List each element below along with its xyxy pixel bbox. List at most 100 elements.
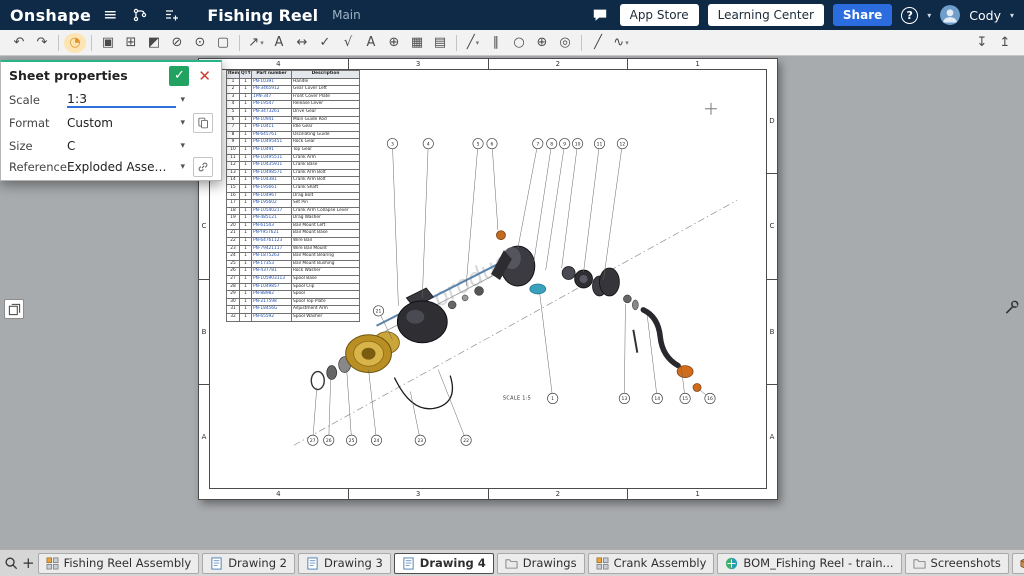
geometric-tolerance-icon[interactable]: ✓	[314, 33, 336, 53]
tab-drawing-3[interactable]: Drawing 3	[298, 553, 391, 574]
user-menu-caret-icon[interactable]: ▾	[1010, 11, 1014, 20]
dropdown-caret-icon[interactable]: ▾	[625, 39, 629, 47]
inspection-symbol-icon[interactable]: ⊕	[383, 33, 405, 53]
comments-icon[interactable]	[589, 4, 611, 26]
versions-icon[interactable]	[129, 4, 151, 26]
scale-input[interactable]	[67, 91, 176, 108]
tab-bar: + Fishing Reel AssemblyDrawing 2Drawing …	[0, 549, 1024, 576]
balloon: 4	[423, 138, 433, 148]
toolbar-separator	[581, 35, 582, 51]
balloon: 11	[594, 138, 604, 148]
tab-bom-fishing-reel-train[interactable]: BOM_Fishing Reel - train...	[717, 553, 901, 574]
reference-dropdown[interactable]: Exploded Assembly ▾	[64, 159, 188, 175]
sheets-panel-icon[interactable]	[4, 299, 24, 319]
format-dropdown[interactable]: Custom ▾	[64, 115, 188, 131]
tabs-container: Fishing Reel AssemblyDrawing 2Drawing 3D…	[38, 553, 1024, 574]
exploded-view: produc	[199, 59, 777, 499]
text-icon[interactable]: A	[360, 33, 382, 53]
note-icon[interactable]: A	[268, 33, 290, 53]
help-caret-icon[interactable]: ▾	[927, 11, 931, 20]
section-view-icon[interactable]: ⊘	[166, 33, 188, 53]
balloon: 25	[346, 435, 356, 445]
toolbar-separator	[456, 35, 457, 51]
size-row: Size C ▾	[1, 134, 221, 157]
reference-row: Reference Exploded Assembly ▾	[1, 157, 221, 180]
assembly-icon	[596, 557, 609, 570]
undo-icon[interactable]: ↶	[8, 33, 30, 53]
balloon: 24	[371, 435, 381, 445]
insert-view-icon[interactable]: ▣	[97, 33, 119, 53]
exploded-view-graphics: produc	[294, 200, 737, 445]
tab-spool[interactable]: Spool	[1012, 553, 1024, 574]
tab-crank-assembly[interactable]: Crank Assembly	[588, 553, 715, 574]
bom-table-icon[interactable]: ▤	[429, 33, 451, 53]
hole-table-icon[interactable]: ▦	[406, 33, 428, 53]
user-name[interactable]: Cody	[969, 8, 1001, 23]
folder-icon	[913, 557, 926, 570]
crop-view-icon[interactable]: ▢	[212, 33, 234, 53]
tab-drawing-4[interactable]: Drawing 4	[394, 553, 494, 574]
tab-drawing-2[interactable]: Drawing 2	[202, 553, 295, 574]
balloon: 8	[547, 138, 557, 148]
detail-view-icon[interactable]: ⊙	[189, 33, 211, 53]
balloon: 26	[324, 435, 334, 445]
svg-text:16: 16	[707, 396, 713, 402]
part-icon	[1020, 557, 1024, 570]
tab-screenshots[interactable]: Screenshots	[905, 553, 1009, 574]
sketch-line-icon[interactable]: ╱	[587, 33, 609, 53]
surface-finish-icon[interactable]: √	[337, 33, 359, 53]
toolbar-separator	[58, 35, 59, 51]
export-drawing-icon[interactable]: ↥	[994, 33, 1016, 53]
toolbar-separator	[91, 35, 92, 51]
centerline-icon[interactable]: ╱▾	[462, 33, 484, 53]
construction-line-icon[interactable]: ∥	[485, 33, 507, 53]
learning-center-button[interactable]: Learning Center	[708, 4, 824, 26]
drawing-canvas[interactable]: 4321 4321 DCBA DCBA Item No.QTYPart numb…	[0, 56, 1024, 549]
svg-text:5: 5	[477, 141, 480, 147]
help-icon[interactable]: ?	[901, 7, 918, 24]
size-dropdown[interactable]: C ▾	[64, 138, 188, 154]
search-tabs-icon[interactable]	[4, 552, 19, 574]
format-label: Format	[9, 116, 59, 130]
insert-elements-icon[interactable]	[161, 4, 183, 26]
avatar[interactable]	[940, 5, 960, 25]
svg-text:27: 27	[310, 438, 316, 444]
dimension-icon[interactable]: ↔	[291, 33, 313, 53]
circle-icon[interactable]: ○	[508, 33, 530, 53]
reference-link-icon[interactable]	[193, 157, 213, 177]
copy-format-icon[interactable]	[193, 113, 213, 133]
dropdown-caret-icon[interactable]: ▾	[476, 39, 480, 47]
dropdown-caret-icon[interactable]: ▾	[260, 39, 264, 47]
close-button[interactable]: ✕	[196, 67, 213, 85]
redo-icon[interactable]: ↷	[31, 33, 53, 53]
tab-drawings[interactable]: Drawings	[497, 553, 585, 574]
svg-text:22: 22	[463, 438, 469, 444]
size-label: Size	[9, 139, 59, 153]
svg-text:4: 4	[427, 141, 430, 147]
main-menu-icon[interactable]: ≡	[101, 5, 119, 25]
balloon: 16	[705, 393, 715, 403]
projected-view-icon[interactable]: ⊞	[120, 33, 142, 53]
svg-text:23: 23	[417, 438, 423, 444]
scale-row: Scale ▾	[1, 88, 221, 111]
thread-icon[interactable]: ◎	[554, 33, 576, 53]
svg-text:1: 1	[551, 396, 554, 402]
folder-icon	[505, 557, 518, 570]
update-views-icon[interactable]: ◔	[64, 33, 86, 53]
tab-fishing-reel-assembly[interactable]: Fishing Reel Assembly	[38, 553, 200, 574]
drawing-sheet[interactable]: 4321 4321 DCBA DCBA Item No.QTYPart numb…	[198, 58, 778, 500]
apply-button[interactable]: ✓	[169, 66, 189, 86]
callout-icon[interactable]: ↗▾	[245, 33, 267, 53]
export-table-icon[interactable]: ↧	[971, 33, 993, 53]
app-store-button[interactable]: App Store	[620, 4, 699, 26]
configuration-wrench-icon[interactable]	[1000, 296, 1022, 318]
toolbar-icons: ↶↷◔▣⊞◩⊘⊙▢↗▾A↔✓√A⊕▦▤╱▾∥○⊕◎╱∿▾↧↥	[8, 33, 1016, 53]
add-tab-button[interactable]: +	[22, 552, 35, 574]
top-bar: Onshape ≡ Fishing Reel Main App Store Le…	[0, 0, 1024, 30]
share-button[interactable]: Share	[833, 4, 892, 26]
scale-caret-icon[interactable]: ▾	[180, 95, 185, 105]
auxiliary-view-icon[interactable]: ◩	[143, 33, 165, 53]
center-mark-icon[interactable]: ⊕	[531, 33, 553, 53]
svg-text:26: 26	[326, 438, 332, 444]
spline-icon[interactable]: ∿▾	[610, 33, 632, 53]
